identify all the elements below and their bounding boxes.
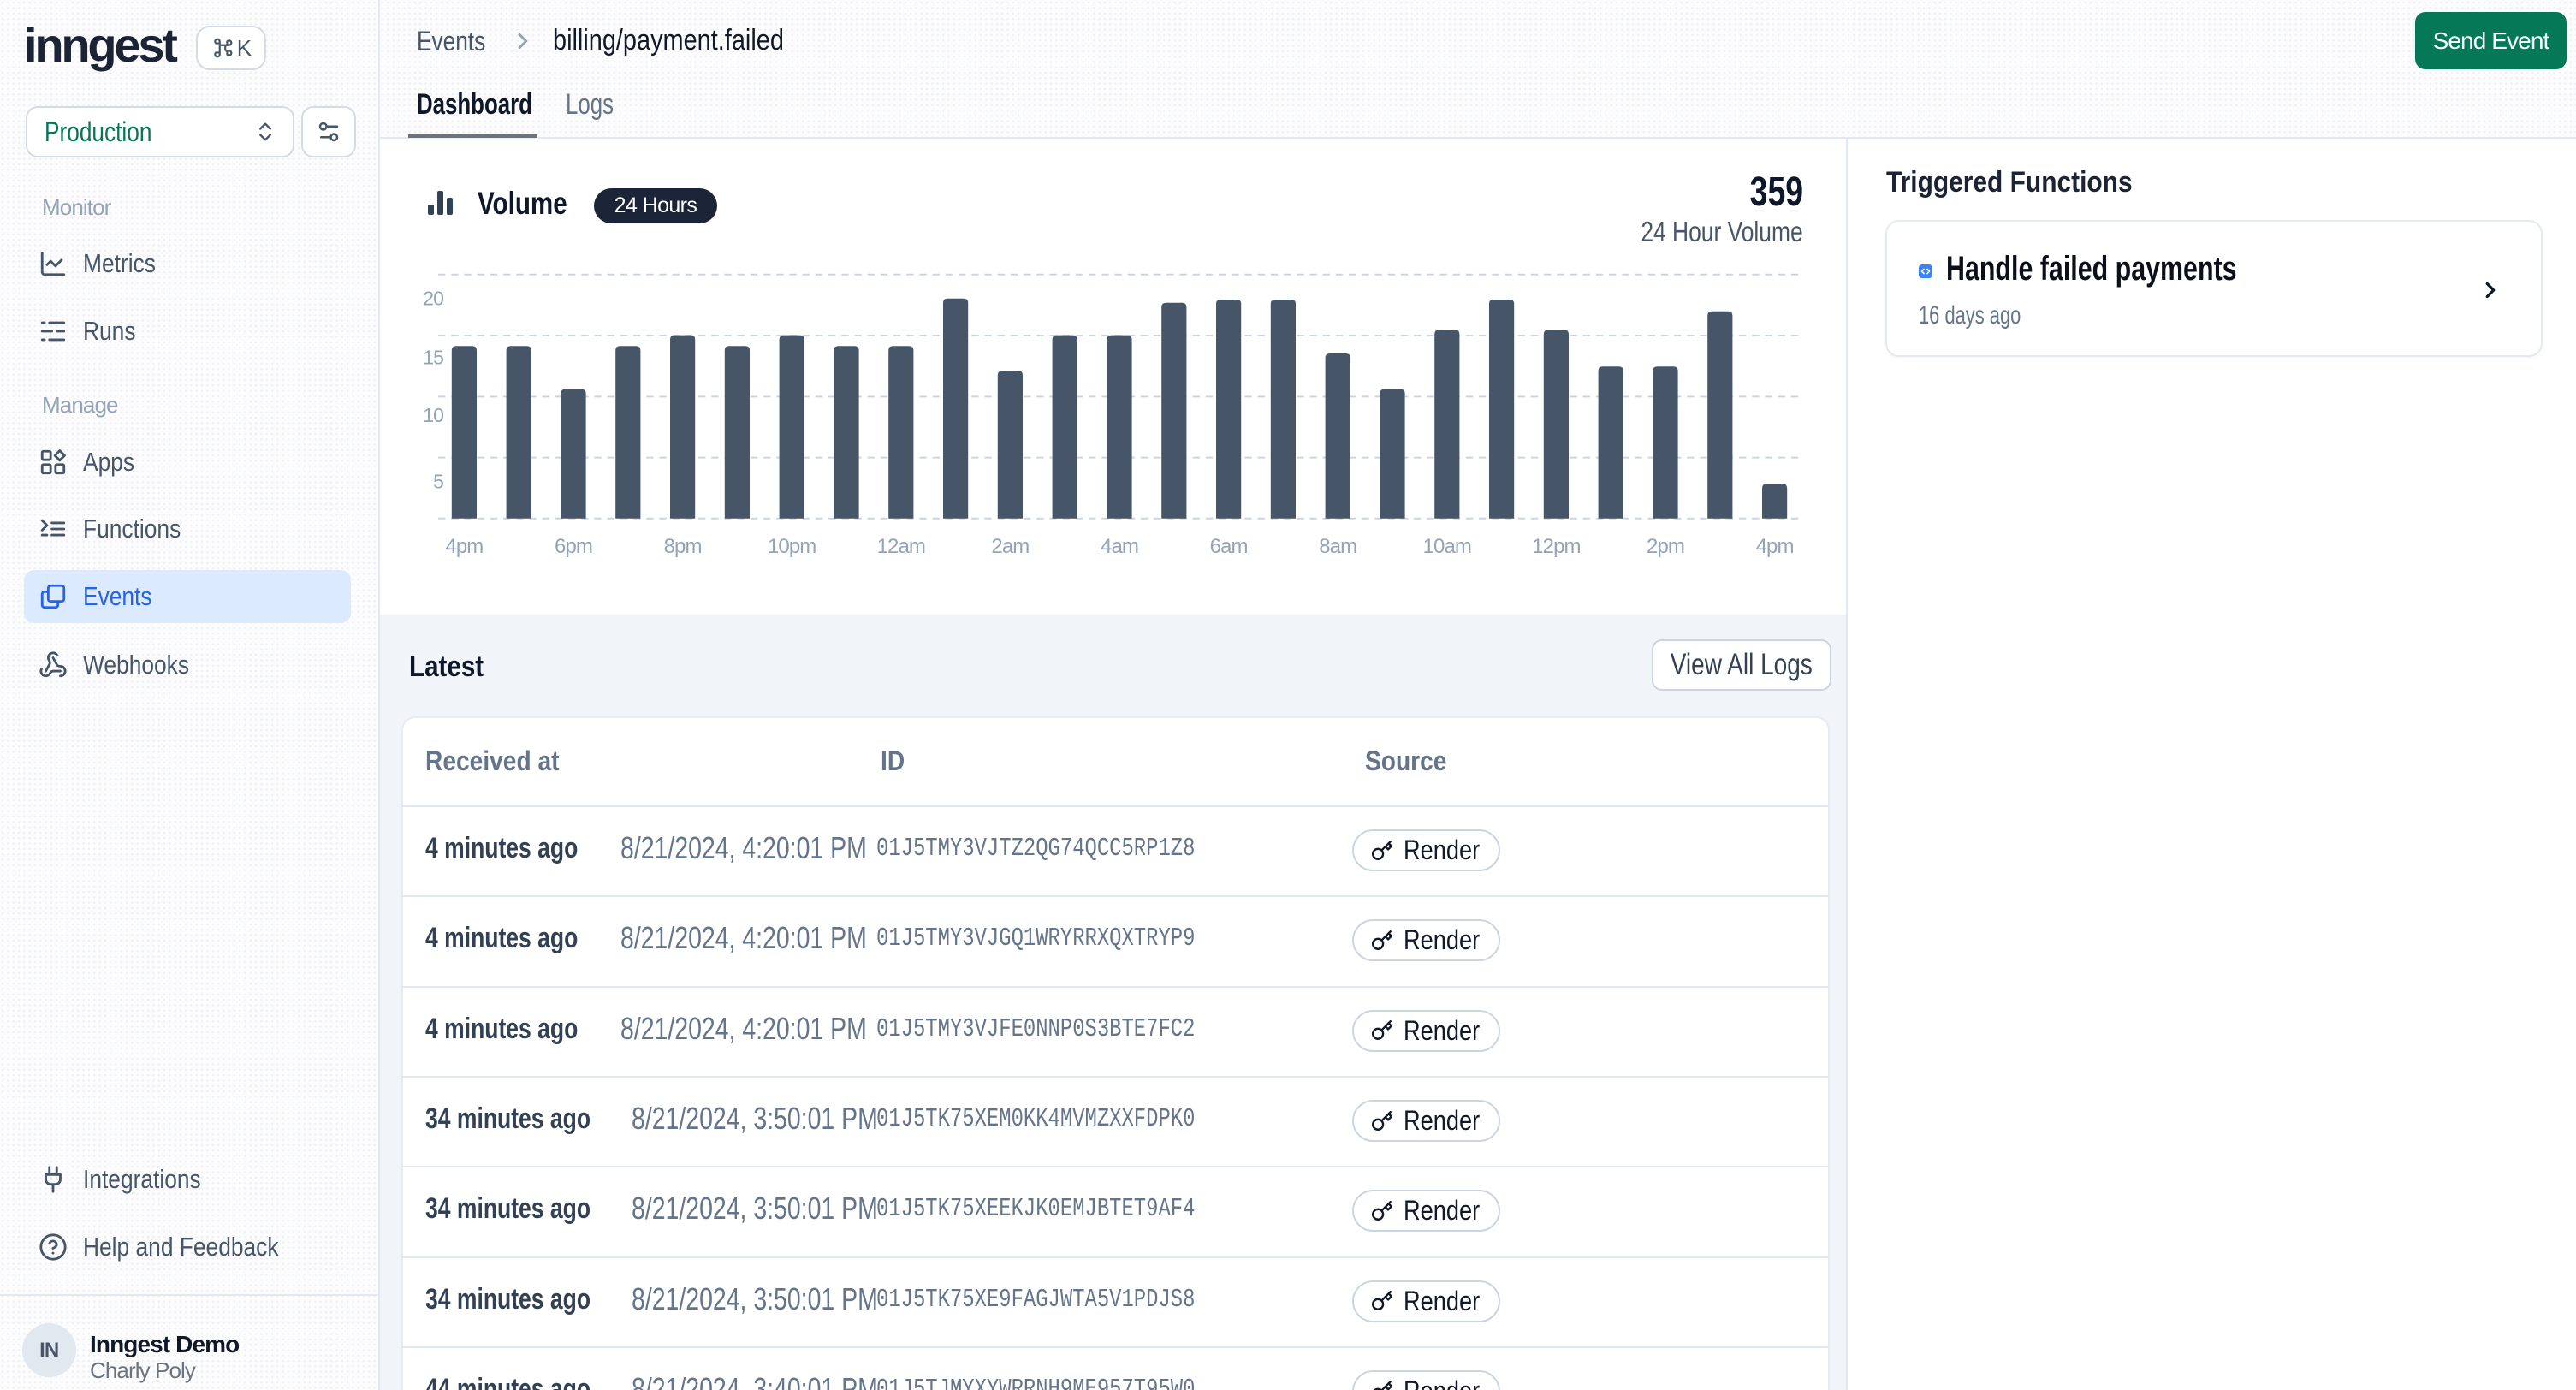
svg-text:6am: 6am: [1210, 535, 1248, 558]
svg-text:8pm: 8pm: [664, 535, 702, 558]
svg-text:6pm: 6pm: [555, 535, 592, 558]
svg-text:4pm: 4pm: [445, 535, 483, 558]
svg-text:15: 15: [423, 346, 443, 368]
svg-text:10pm: 10pm: [768, 535, 816, 558]
svg-text:2pm: 2pm: [1647, 535, 1684, 558]
svg-text:12pm: 12pm: [1532, 535, 1580, 558]
svg-text:2am: 2am: [991, 535, 1029, 558]
svg-text:12am: 12am: [877, 535, 925, 558]
svg-text:8am: 8am: [1319, 535, 1356, 558]
svg-text:20: 20: [423, 288, 443, 310]
svg-text:4pm: 4pm: [1756, 535, 1794, 558]
svg-text:10am: 10am: [1423, 535, 1471, 558]
svg-text:5: 5: [433, 470, 443, 492]
svg-text:10: 10: [423, 404, 443, 426]
svg-text:4am: 4am: [1101, 535, 1138, 558]
